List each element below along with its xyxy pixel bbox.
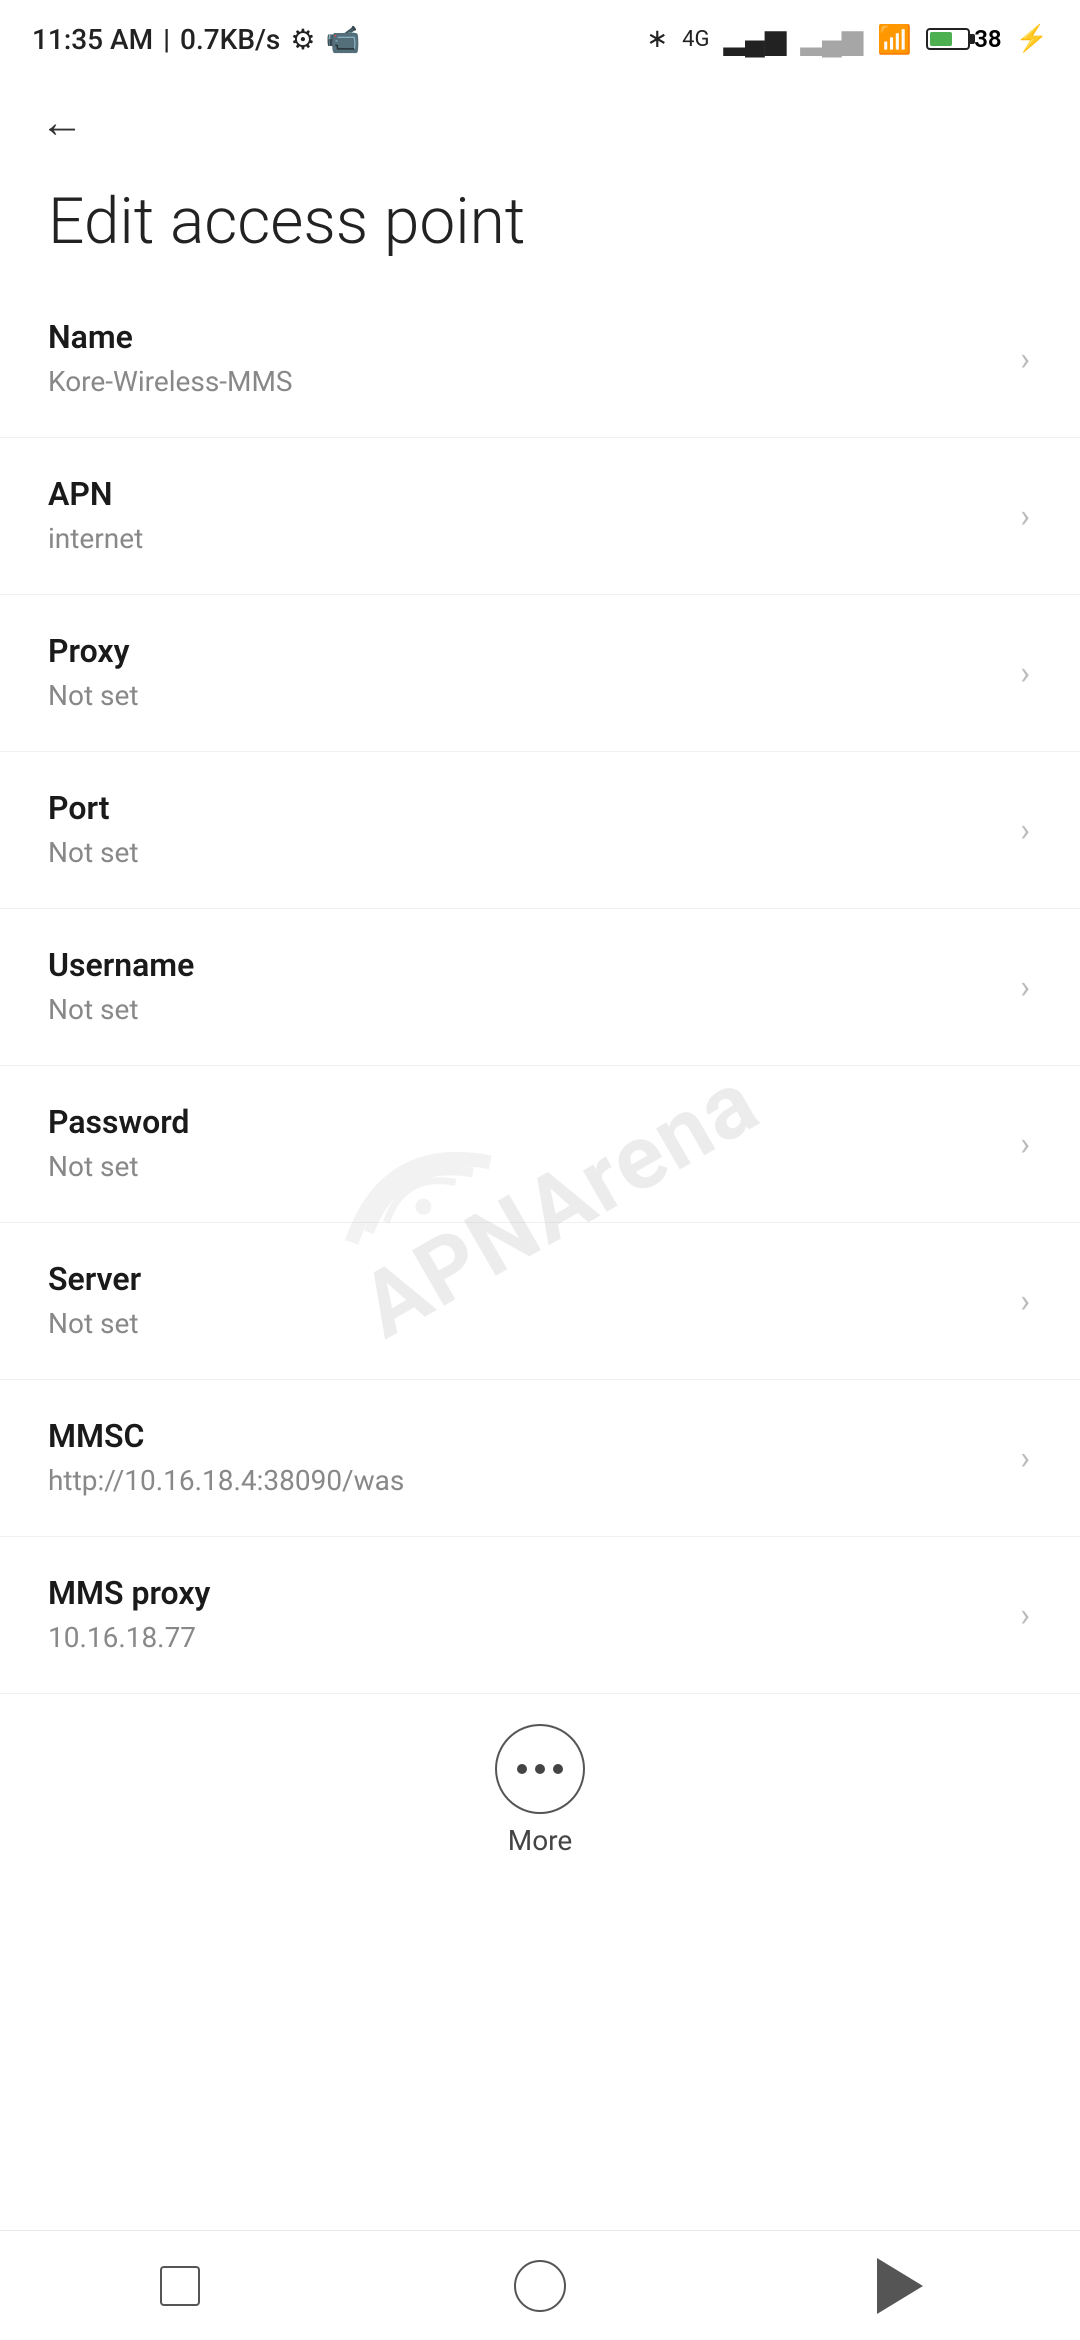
settings-item-port[interactable]: Port Not set › xyxy=(0,752,1080,909)
settings-value-port: Not set xyxy=(48,835,1000,871)
settings-item-proxy[interactable]: Proxy Not set › xyxy=(0,595,1080,752)
settings-value-username: Not set xyxy=(48,992,1000,1028)
settings-item-name[interactable]: Name Kore-Wireless-MMS › xyxy=(0,281,1080,438)
signal-4g-icon: 4G xyxy=(682,27,709,52)
settings-label-apn: APN xyxy=(48,474,1000,516)
settings-value-mms-proxy: 10.16.18.77 xyxy=(48,1620,1000,1656)
settings-item-username-content: Username Not set xyxy=(48,945,1000,1029)
more-button[interactable] xyxy=(495,1724,585,1814)
chevron-icon-mmsc: › xyxy=(1020,1439,1030,1477)
battery-indicator: 38 xyxy=(926,25,1001,53)
battery-shape xyxy=(926,28,970,50)
settings-item-apn[interactable]: APN internet › xyxy=(0,438,1080,595)
chevron-icon-apn: › xyxy=(1020,497,1030,535)
settings-item-username[interactable]: Username Not set › xyxy=(0,909,1080,1066)
status-icons: ∗ 4G ▂▄▆ ▂▄▆ 📶 38 ⚡ xyxy=(646,23,1048,56)
settings-item-mms-proxy-content: MMS proxy 10.16.18.77 xyxy=(48,1573,1000,1657)
wifi-icon: 📶 xyxy=(877,23,912,56)
recent-apps-button[interactable] xyxy=(120,2246,240,2326)
settings-value-proxy: Not set xyxy=(48,678,1000,714)
battery-fill xyxy=(930,32,952,46)
back-nav-button[interactable] xyxy=(840,2246,960,2326)
three-dots-icon xyxy=(517,1764,563,1774)
status-separator: | xyxy=(163,23,170,56)
battery-percent: 38 xyxy=(974,25,1001,53)
back-nav-icon xyxy=(877,2258,923,2314)
chevron-icon-port: › xyxy=(1020,811,1030,849)
settings-label-password: Password xyxy=(48,1102,1000,1144)
chevron-icon-name: › xyxy=(1020,340,1030,378)
settings-label-mmsc: MMSC xyxy=(48,1416,1000,1458)
dot-2 xyxy=(535,1764,545,1774)
more-label: More xyxy=(508,1824,573,1857)
more-button-container: More xyxy=(0,1694,1080,1877)
status-bar: 11:35 AM | 0.7KB/s ⚙ 📹 ∗ 4G ▂▄▆ ▂▄▆ 📶 38… xyxy=(0,0,1080,70)
chevron-icon-username: › xyxy=(1020,968,1030,1006)
settings-item-server[interactable]: Server Not set › xyxy=(0,1223,1080,1380)
settings-item-proxy-content: Proxy Not set xyxy=(48,631,1000,715)
signal-bars2-icon: ▂▄▆ xyxy=(800,23,863,56)
chevron-icon-password: › xyxy=(1020,1125,1030,1163)
video-icon: 📹 xyxy=(325,23,360,56)
chevron-icon-mms-proxy: › xyxy=(1020,1596,1030,1634)
status-time: 11:35 AM xyxy=(32,23,153,56)
back-button[interactable]: ← xyxy=(40,100,84,144)
page-title: Edit access point xyxy=(0,154,1080,281)
home-icon xyxy=(514,2260,566,2312)
status-time-speed: 11:35 AM | 0.7KB/s ⚙ 📹 xyxy=(32,23,360,56)
top-nav: ← xyxy=(0,70,1080,154)
dot-1 xyxy=(517,1764,527,1774)
chevron-icon-server: › xyxy=(1020,1282,1030,1320)
settings-item-mmsc[interactable]: MMSC http://10.16.18.4:38090/was › xyxy=(0,1380,1080,1537)
settings-label-server: Server xyxy=(48,1259,1000,1301)
settings-value-mmsc: http://10.16.18.4:38090/was xyxy=(48,1463,1000,1499)
recent-apps-icon xyxy=(160,2266,200,2306)
settings-label-username: Username xyxy=(48,945,1000,987)
bottom-nav xyxy=(0,2230,1080,2340)
bluetooth-icon: ∗ xyxy=(646,24,668,54)
settings-item-mms-proxy[interactable]: MMS proxy 10.16.18.77 › xyxy=(0,1537,1080,1694)
settings-item-port-content: Port Not set xyxy=(48,788,1000,872)
status-speed: 0.7KB/s xyxy=(180,23,280,56)
chevron-icon-proxy: › xyxy=(1020,654,1030,692)
settings-item-password-content: Password Not set xyxy=(48,1102,1000,1186)
settings-item-apn-content: APN internet xyxy=(48,474,1000,558)
home-button[interactable] xyxy=(480,2246,600,2326)
settings-item-mmsc-content: MMSC http://10.16.18.4:38090/was xyxy=(48,1416,1000,1500)
settings-label-mms-proxy: MMS proxy xyxy=(48,1573,1000,1615)
settings-list: Name Kore-Wireless-MMS › APN internet › … xyxy=(0,281,1080,1694)
signal-bars-icon: ▂▄▆ xyxy=(724,23,787,56)
settings-label-port: Port xyxy=(48,788,1000,830)
settings-item-password[interactable]: Password Not set › xyxy=(0,1066,1080,1223)
settings-value-password: Not set xyxy=(48,1149,1000,1185)
settings-item-server-content: Server Not set xyxy=(48,1259,1000,1343)
settings-value-name: Kore-Wireless-MMS xyxy=(48,364,1000,400)
dot-3 xyxy=(553,1764,563,1774)
settings-icon: ⚙ xyxy=(290,23,315,56)
settings-label-proxy: Proxy xyxy=(48,631,1000,673)
settings-item-name-content: Name Kore-Wireless-MMS xyxy=(48,317,1000,401)
settings-value-server: Not set xyxy=(48,1306,1000,1342)
charging-icon: ⚡ xyxy=(1016,24,1048,54)
settings-value-apn: internet xyxy=(48,521,1000,557)
settings-label-name: Name xyxy=(48,317,1000,359)
